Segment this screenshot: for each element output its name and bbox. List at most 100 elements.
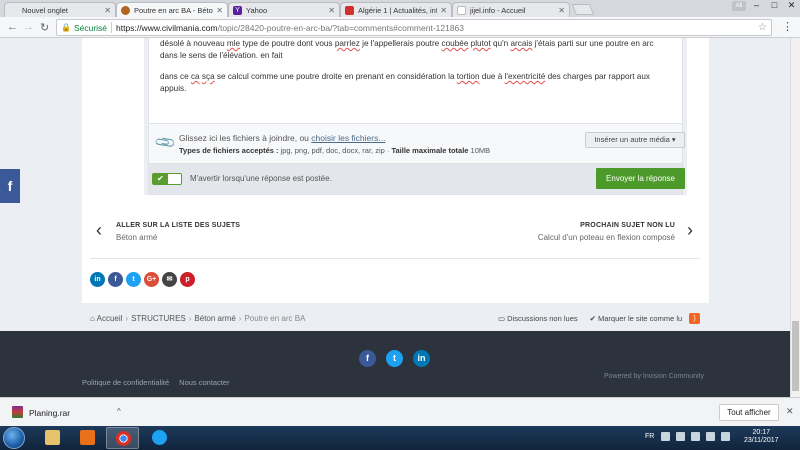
mark-site-read-link[interactable]: ✔ Marquer le site comme lu xyxy=(590,314,683,323)
web-page: f désolé à nouveau mle type de poutre do… xyxy=(0,38,790,397)
system-tray xyxy=(661,432,736,441)
start-button[interactable] xyxy=(3,427,25,449)
topic-navigation: ‹ ALLER SUR LA LISTE DES SUJETS Béton ar… xyxy=(82,218,709,250)
download-bar: Planing.rar ^ Tout afficher ✕ xyxy=(0,397,800,426)
attach-instructions: Glissez ici les fichiers à joindre, ou c… xyxy=(179,133,386,143)
email-share-icon[interactable]: ✉ xyxy=(162,272,177,287)
minimize-icon[interactable]: – xyxy=(748,0,765,12)
breadcrumb-structures[interactable]: STRUCTURES xyxy=(131,314,186,323)
insert-media-button[interactable]: Insérer un autre média ▾ xyxy=(585,132,685,148)
topic-container: désolé à nouveau mle type de poutre dont… xyxy=(82,38,709,303)
linkedin-share-icon[interactable]: in xyxy=(90,272,105,287)
battery-icon[interactable] xyxy=(706,432,715,441)
maximize-icon[interactable]: □ xyxy=(766,0,783,12)
rar-file-icon xyxy=(12,406,23,418)
unread-discussions-link[interactable]: ▭ Discussions non lues xyxy=(498,314,578,323)
yahoo-favicon-icon: Y xyxy=(233,5,242,15)
show-all-downloads-button[interactable]: Tout afficher xyxy=(719,404,779,421)
tab-close-icon[interactable]: ✕ xyxy=(328,6,335,15)
page-scrollbar[interactable] xyxy=(790,38,800,397)
breadcrumb-beton-arme[interactable]: Béton armé xyxy=(194,314,235,323)
close-download-bar-icon[interactable]: ✕ xyxy=(786,406,794,417)
powered-by[interactable]: Powered by Invision Community xyxy=(604,373,704,380)
notify-toggle[interactable]: ✔ xyxy=(152,173,182,185)
chevron-left-icon[interactable]: ‹ xyxy=(96,220,102,241)
attach-file-info: Types de fichiers acceptés : jpg, png, p… xyxy=(179,146,491,155)
breadcrumb-actions: ▭ Discussions non lues ✔ Marquer le site… xyxy=(498,314,694,323)
network-icon[interactable] xyxy=(676,432,685,441)
clock-date: 23/11/2017 xyxy=(744,437,779,444)
reply-form-footer: ✔ M'avertir lorsqu'une réponse est posté… xyxy=(148,164,685,195)
url-host: https://www.civilmania.com xyxy=(116,22,218,33)
tab-yahoo[interactable]: Y Yahoo ✕ xyxy=(228,2,340,17)
divider xyxy=(90,258,700,259)
attachment-dropzone[interactable]: 📎 Glissez ici les fichiers à joindre, ou… xyxy=(148,124,685,164)
breadcrumb-current: Poutre en arc BA xyxy=(244,314,306,323)
new-tab-button[interactable] xyxy=(571,4,595,15)
tab-bar: Nouvel onglet ✕ Poutre en arc BA - Béton… xyxy=(0,0,800,17)
explorer-taskbar-item[interactable] xyxy=(36,427,69,449)
taskbar-clock[interactable]: 20:17 23/11/2017 xyxy=(744,429,779,445)
tab-poutre-en-arc[interactable]: Poutre en arc BA - Béton ✕ xyxy=(116,2,228,17)
tab-new-tab[interactable]: Nouvel onglet ✕ xyxy=(4,2,116,17)
facebook-side-icon[interactable]: f xyxy=(0,169,20,203)
notify-label: M'avertir lorsqu'une réponse est postée. xyxy=(190,174,332,183)
editor-paragraph-2: dans ce ca sça se calcul comme une poutr… xyxy=(160,72,650,93)
submit-reply-button[interactable]: Envoyer la réponse xyxy=(596,168,685,189)
googleplus-share-icon[interactable]: G+ xyxy=(144,272,159,287)
civilmania-favicon-icon xyxy=(121,5,130,15)
facebook-icon[interactable]: f xyxy=(359,350,376,367)
footer-links: Politique de confidentialité Nous contact… xyxy=(82,378,240,387)
tab-close-icon[interactable]: ✕ xyxy=(216,6,223,15)
choose-files-link[interactable]: choisir les fichiers... xyxy=(311,133,385,143)
bookmark-star-icon[interactable]: ☆ xyxy=(758,22,767,33)
breadcrumb: ⌂ Accueil › STRUCTURES › Béton armé › Poutre e… xyxy=(82,307,709,331)
tab-close-icon[interactable]: ✕ xyxy=(104,6,111,15)
chrome-taskbar-item[interactable] xyxy=(106,427,139,449)
page-favicon-icon xyxy=(457,5,466,15)
linkedin-icon[interactable]: in xyxy=(413,350,430,367)
share-buttons: in f t G+ ✉ p xyxy=(90,272,198,287)
rss-icon[interactable]: ) xyxy=(689,313,700,324)
reload-icon[interactable]: ↻ xyxy=(40,21,49,34)
breadcrumb-home[interactable]: ⌂ Accueil xyxy=(90,314,122,323)
skype-taskbar-item[interactable] xyxy=(143,427,176,449)
next-unread-topic-link[interactable]: PROCHAIN SUJET NON LU Calcul d'un poteau… xyxy=(538,222,675,242)
pinterest-share-icon[interactable]: p xyxy=(180,272,195,287)
tab-jijel[interactable]: jijel.info - Accueil ✕ xyxy=(452,2,570,17)
forward-arrow-icon[interactable]: → xyxy=(23,21,34,33)
flag-icon[interactable] xyxy=(661,432,670,441)
browser-menu-icon[interactable]: ⋮ xyxy=(782,20,793,33)
media-player-taskbar-item[interactable] xyxy=(71,427,104,449)
go-to-topic-list-link[interactable]: ALLER SUR LA LISTE DES SUJETS Béton armé xyxy=(116,222,240,242)
profile-badge[interactable]: Ali xyxy=(732,1,746,11)
reply-editor[interactable]: désolé à nouveau mle type de poutre dont… xyxy=(148,38,683,124)
download-filename[interactable]: Planing.rar xyxy=(29,408,70,418)
skype-icon xyxy=(152,430,167,445)
signal-icon[interactable] xyxy=(691,432,700,441)
tab-algerie1[interactable]: Algérie 1 | Actualités, info ✕ xyxy=(340,2,452,17)
chevron-right-icon[interactable]: › xyxy=(687,220,693,241)
secure-label: Sécurisé xyxy=(73,22,108,33)
language-indicator[interactable]: FR xyxy=(645,433,654,440)
facebook-share-icon[interactable]: f xyxy=(108,272,123,287)
chrome-icon xyxy=(116,431,131,446)
privacy-policy-link[interactable]: Politique de confidentialité xyxy=(82,378,169,387)
scroll-thumb[interactable] xyxy=(792,321,799,391)
twitter-icon[interactable]: t xyxy=(386,350,403,367)
tab-close-icon[interactable]: ✕ xyxy=(558,6,565,15)
folder-icon xyxy=(45,430,60,445)
tab-close-icon[interactable]: ✕ xyxy=(440,6,447,15)
media-player-icon xyxy=(80,430,95,445)
divider xyxy=(111,22,113,33)
contact-link[interactable]: Nous contacter xyxy=(179,378,229,387)
clock-time: 20:17 xyxy=(752,429,771,436)
download-options-icon[interactable]: ^ xyxy=(117,407,121,416)
back-arrow-icon[interactable]: ← xyxy=(7,21,18,33)
blank-page-icon xyxy=(9,5,18,15)
volume-icon[interactable] xyxy=(721,432,730,441)
close-window-icon[interactable]: ✕ xyxy=(783,0,800,12)
address-bar[interactable]: 🔒 Sécurisé https://www.civilmania.com/to… xyxy=(56,19,772,36)
twitter-share-icon[interactable]: t xyxy=(126,272,141,287)
lock-icon: 🔒 xyxy=(61,23,71,32)
